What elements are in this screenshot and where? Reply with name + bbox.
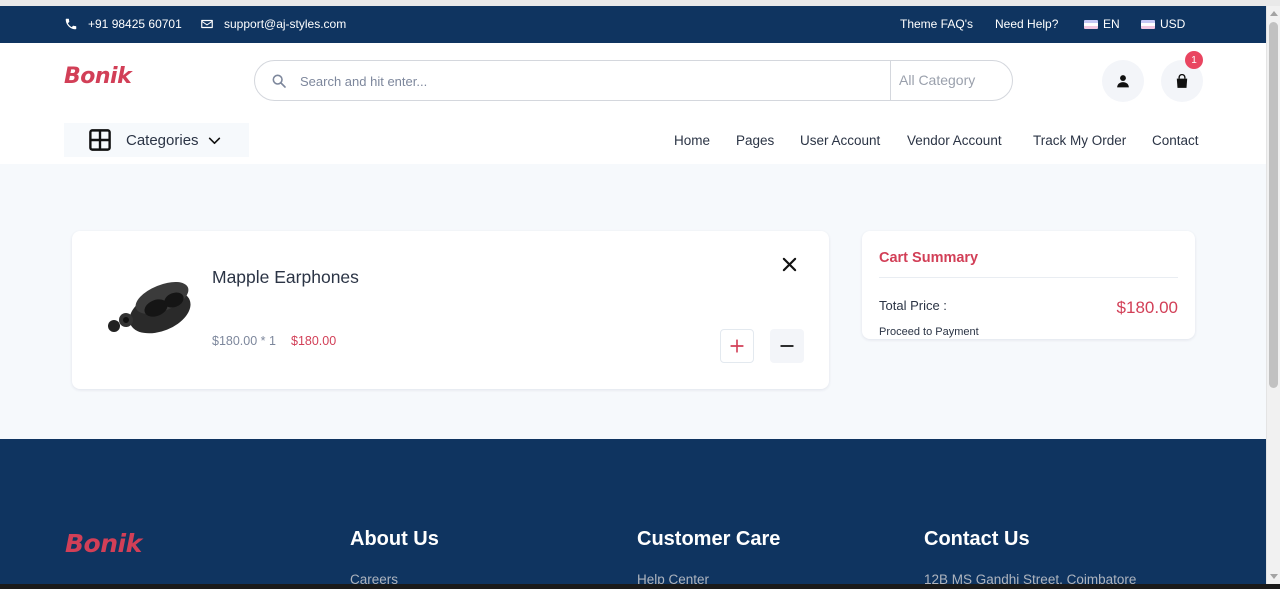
browser-bottom-edge: [0, 584, 1280, 589]
decrease-quantity-button[interactable]: [770, 329, 804, 363]
proceed-to-payment-button[interactable]: Proceed to Payment: [879, 326, 979, 338]
minus-icon: [780, 345, 794, 347]
language-label: EN: [1103, 17, 1120, 31]
footer-contact-us-title: Contact Us: [924, 528, 1030, 550]
top-bar: +91 98425 60701 support@aj-styles.com Th…: [0, 6, 1266, 43]
chevron-down-icon: [208, 137, 220, 144]
footer-link-help-center[interactable]: Help Center: [637, 572, 709, 584]
category-select[interactable]: All Category: [899, 72, 975, 88]
total-price-value: $180.00: [1116, 298, 1178, 317]
total-price-label: Total Price :: [879, 298, 947, 313]
plus-icon: [730, 339, 744, 353]
site-logo[interactable]: Bonik: [64, 64, 132, 89]
scroll-up-arrow-icon[interactable]: [1270, 11, 1278, 16]
nav-home[interactable]: Home: [674, 133, 710, 148]
categories-label: Categories: [126, 131, 199, 149]
phone-contact[interactable]: +91 98425 60701: [64, 17, 182, 31]
cart-summary-card: Cart Summary Total Price : $180.00 Proce…: [862, 231, 1195, 339]
summary-divider: [879, 277, 1178, 278]
close-icon: [782, 257, 796, 271]
footer-logo[interactable]: Bonik: [65, 529, 142, 558]
theme-faq-label: Theme FAQ's: [900, 17, 973, 31]
page: +91 98425 60701 support@aj-styles.com Th…: [0, 6, 1266, 584]
remove-item-button[interactable]: [778, 253, 800, 275]
cart-count-badge: 1: [1185, 51, 1203, 69]
categories-button[interactable]: Categories: [64, 123, 249, 157]
shopping-bag-icon: [1176, 73, 1188, 88]
cart-item-card: Mapple Earphones $180.00 * 1 $180.00: [72, 231, 829, 389]
cart-summary-title: Cart Summary: [879, 250, 979, 266]
flag-icon: [1141, 19, 1155, 29]
need-help-label: Need Help?: [995, 17, 1059, 31]
phone-number: +91 98425 60701: [88, 17, 182, 31]
footer-link-careers[interactable]: Careers: [350, 572, 398, 584]
search-input[interactable]: [300, 70, 870, 92]
nav-vendor-account[interactable]: Vendor Account: [907, 133, 1002, 148]
earphones-image[interactable]: [104, 268, 194, 340]
nav-track-my-order[interactable]: Track My Order: [1033, 133, 1126, 148]
scroll-down-arrow-icon[interactable]: [1270, 574, 1278, 579]
nav-contact[interactable]: Contact: [1152, 133, 1199, 148]
grid-icon: [89, 129, 111, 151]
cart-section: Mapple Earphones $180.00 * 1 $180.00 Car…: [0, 164, 1266, 439]
currency-label: USD: [1160, 17, 1186, 31]
need-help-link[interactable]: Need Help?: [995, 17, 1058, 31]
search-bar: All Category: [254, 60, 1013, 101]
product-unit-price: $180.00 * 1: [212, 334, 276, 348]
scrollbar-thumb[interactable]: [1269, 22, 1278, 388]
language-selector[interactable]: EN: [1084, 17, 1120, 31]
theme-faq-link[interactable]: Theme FAQ's: [900, 17, 973, 31]
nav-user-account[interactable]: User Account: [800, 133, 880, 148]
page-scrollbar[interactable]: [1266, 6, 1280, 584]
email-address: support@aj-styles.com: [224, 17, 347, 31]
search-divider: [890, 61, 891, 100]
footer-about-us-title: About Us: [350, 528, 439, 550]
currency-selector[interactable]: USD: [1141, 17, 1185, 31]
product-name[interactable]: Mapple Earphones: [212, 267, 359, 288]
footer: Bonik About Us Customer Care Contact Us …: [0, 439, 1266, 584]
flag-icon: [1084, 19, 1098, 29]
search-icon: [272, 74, 286, 88]
user-icon: [1117, 75, 1129, 88]
mail-icon: [201, 19, 213, 29]
footer-address: 12B MS Gandhi Street, Coimbatore: [924, 572, 1137, 584]
product-total-price: $180.00: [291, 334, 337, 348]
increase-quantity-button[interactable]: [720, 329, 754, 363]
phone-icon: [65, 18, 77, 30]
nav-pages[interactable]: Pages: [736, 133, 774, 148]
email-contact[interactable]: support@aj-styles.com: [200, 17, 346, 31]
user-account-button[interactable]: [1102, 60, 1144, 102]
footer-customer-care-title: Customer Care: [637, 528, 781, 550]
